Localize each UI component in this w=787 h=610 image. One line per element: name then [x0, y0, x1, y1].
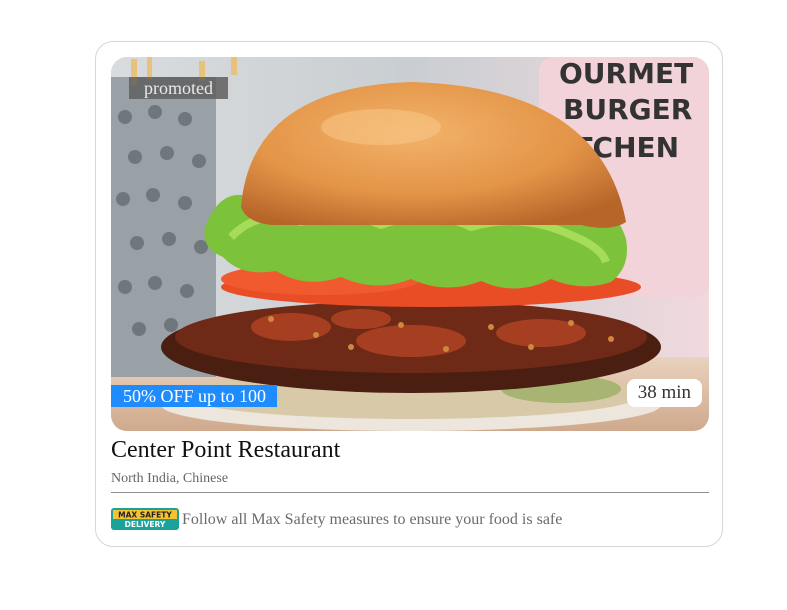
safety-info: MAX SAFETY DELIVERY Follow all Max Safet…	[111, 508, 711, 530]
photo-sign-line-1: OURMET	[559, 57, 693, 90]
photo-sign-line-2: BURGER	[563, 93, 692, 126]
safety-message: Follow all Max Safety measures to ensure…	[182, 511, 563, 528]
offer-badge: 50% OFF up to 100	[111, 385, 278, 407]
max-safety-logo-top: MAX SAFETY	[118, 511, 172, 520]
burger-image: OURMET BURGER ITCHEN	[111, 57, 709, 431]
restaurant-photo[interactable]: OURMET BURGER ITCHEN promoted 50% OFF up…	[111, 57, 709, 431]
restaurant-name[interactable]: Center Point Restaurant	[111, 437, 340, 464]
restaurant-cuisines: North India, Chinese	[111, 471, 229, 486]
max-safety-logo-bottom: DELIVERY	[125, 520, 166, 529]
max-safety-logo: MAX SAFETY DELIVERY	[111, 508, 179, 530]
restaurant-card[interactable]: OURMET BURGER ITCHEN promoted 50% OFF up…	[95, 41, 723, 547]
promoted-badge: promoted	[129, 77, 228, 99]
delivery-time-badge: 38 min	[626, 379, 702, 407]
divider	[111, 492, 709, 493]
